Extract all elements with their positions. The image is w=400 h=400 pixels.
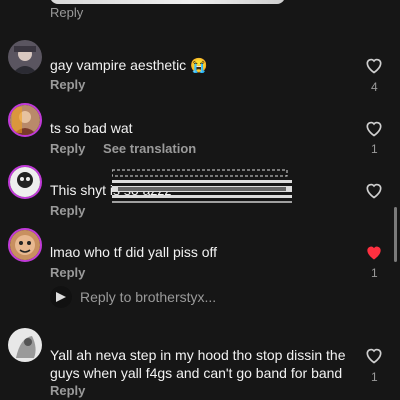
like-count: 1 bbox=[371, 142, 378, 156]
comment-text: lmao who tf did yall piss off bbox=[50, 244, 218, 260]
reply-button[interactable]: Reply bbox=[50, 203, 85, 218]
comment-text: Yall ah neva step in my hood tho stop di… bbox=[50, 347, 346, 381]
comment-actions: Reply bbox=[50, 265, 99, 280]
comment-actions: Reply See translation bbox=[50, 141, 210, 156]
reply-to-link[interactable]: Reply to brotherstyx... bbox=[80, 289, 216, 305]
avatar-image bbox=[10, 105, 40, 135]
advisory-sticker-overlay bbox=[112, 169, 292, 203]
reply-button[interactable]: Reply bbox=[50, 77, 85, 92]
reply-avatar bbox=[50, 286, 72, 308]
avatar-image bbox=[50, 286, 72, 308]
comment-actions: Reply bbox=[50, 203, 99, 218]
reply-button[interactable]: Reply bbox=[50, 383, 85, 398]
comment-actions: Reply bbox=[50, 383, 99, 398]
heart-filled-icon[interactable] bbox=[364, 242, 384, 262]
reply-button[interactable]: Reply bbox=[50, 5, 83, 20]
heart-icon[interactable] bbox=[364, 180, 384, 200]
like-count: 1 bbox=[371, 266, 378, 280]
scrollbar[interactable] bbox=[394, 207, 397, 262]
avatar-image bbox=[8, 328, 42, 362]
avatar[interactable] bbox=[8, 228, 42, 262]
avatar-image bbox=[10, 230, 40, 260]
avatar-image bbox=[10, 167, 40, 197]
heart-icon[interactable] bbox=[364, 118, 384, 138]
comment-text: ts so bad wat bbox=[50, 120, 133, 136]
heart-icon[interactable] bbox=[364, 345, 384, 365]
reply-button[interactable]: Reply bbox=[50, 265, 85, 280]
avatar[interactable] bbox=[8, 40, 42, 74]
previous-comment-image bbox=[50, 0, 285, 4]
avatar[interactable] bbox=[8, 103, 42, 137]
heart-icon[interactable] bbox=[364, 55, 384, 75]
avatar-image bbox=[8, 40, 42, 74]
reply-button[interactable]: Reply bbox=[50, 141, 85, 156]
comment-actions: Reply bbox=[50, 77, 99, 92]
like-count: 4 bbox=[371, 80, 378, 94]
like-count: 1 bbox=[371, 370, 378, 384]
comment-text: gay vampire aesthetic 😭 bbox=[50, 57, 208, 73]
avatar[interactable] bbox=[8, 165, 42, 199]
avatar[interactable] bbox=[8, 328, 42, 362]
see-translation-button[interactable]: See translation bbox=[103, 141, 196, 156]
